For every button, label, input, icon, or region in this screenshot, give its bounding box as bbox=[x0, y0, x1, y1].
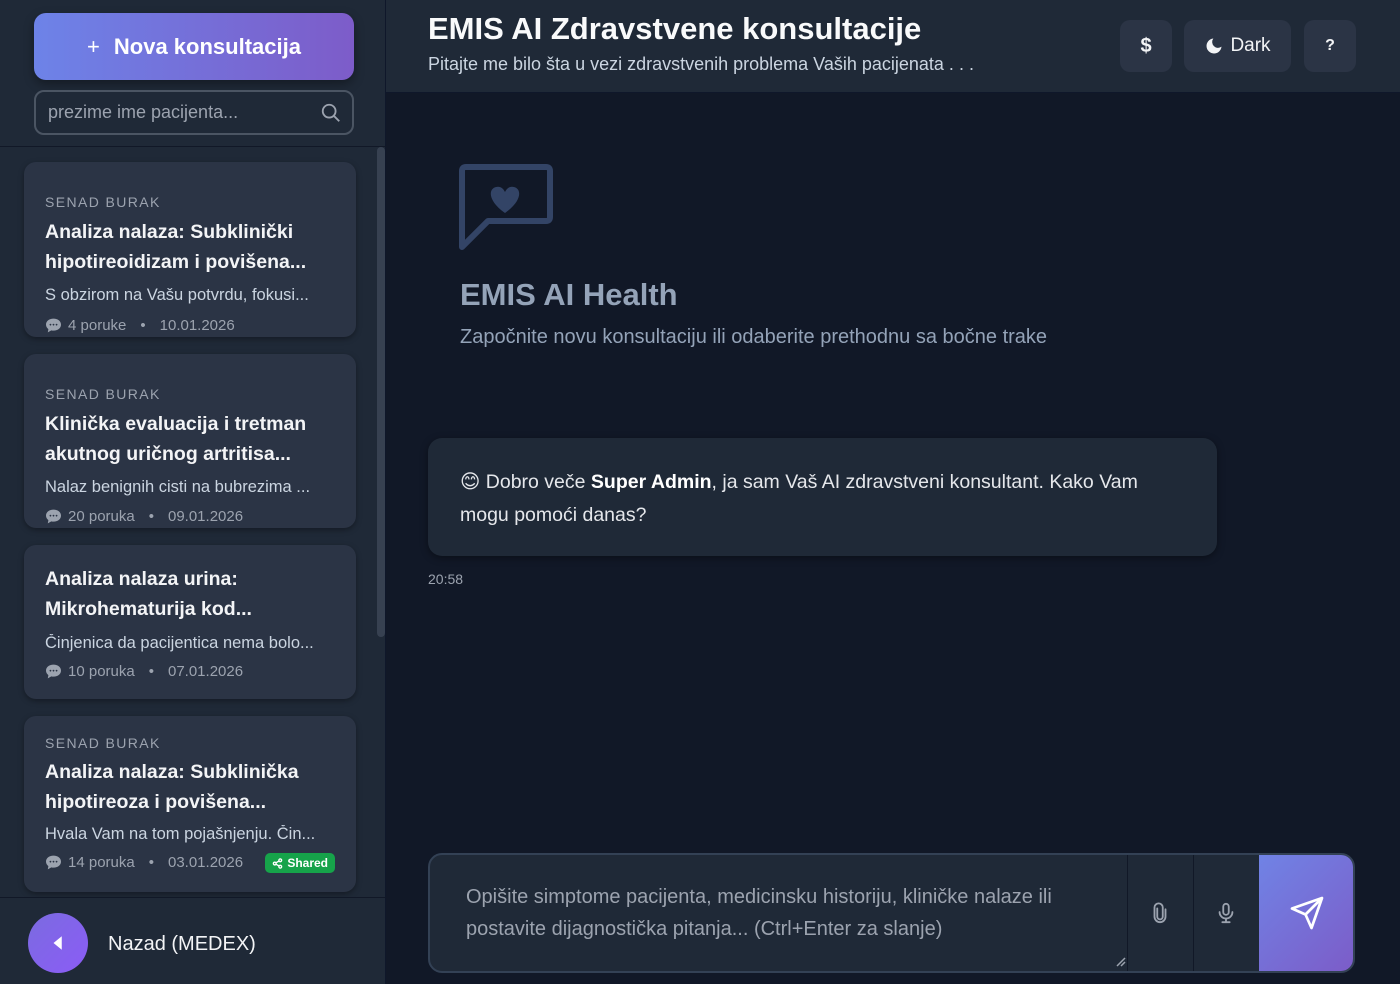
conversation-meta: 20 poruka • 09.01.2026 bbox=[45, 508, 243, 525]
conversation-date: 07.01.2026 bbox=[167, 663, 244, 680]
paperclip-icon bbox=[1153, 902, 1167, 923]
conversation-card[interactable]: Analiza nalaza urina: Mikrohematurija ko… bbox=[24, 545, 356, 699]
chat-bubble-icon bbox=[46, 855, 61, 870]
caret-left-icon bbox=[53, 936, 62, 950]
conversation-preview: S obzirom na Vašu potvrdu, fokusi... bbox=[45, 286, 309, 304]
conversation-preview: Nalaz benignih cisti na bubrezima ... bbox=[45, 478, 311, 496]
chat-bubble-icon bbox=[46, 509, 61, 524]
heart-chat-icon bbox=[459, 164, 553, 250]
message-timestamp: 20:58 bbox=[428, 571, 464, 587]
separator-dot: • bbox=[148, 854, 154, 871]
conversation-list[interactable]: SENAD BURAK Analiza nalaza: Subklinički … bbox=[0, 147, 378, 897]
sidebar: + Nova konsultacija SENAD BURAK Analiza … bbox=[0, 0, 386, 984]
help-button[interactable]: ? bbox=[1304, 20, 1356, 72]
conversation-date: 10.01.2026 bbox=[159, 317, 235, 334]
conversation-meta: 14 poruka • 03.01.2026 bbox=[45, 854, 243, 871]
conversation-title-line: hipotireoidizam i povišena... bbox=[45, 251, 307, 273]
back-label[interactable]: Nazad (MEDEX) bbox=[108, 933, 256, 956]
search-icon[interactable] bbox=[320, 102, 342, 124]
separator-dot: • bbox=[148, 663, 154, 680]
message-count: 20 poruka bbox=[68, 508, 135, 525]
message-count: 10 poruka bbox=[68, 663, 135, 680]
shared-badge: Shared bbox=[265, 853, 335, 873]
welcome-title: EMIS AI Health bbox=[460, 277, 678, 312]
conversation-title-line: akutnog uričnog artritisa... bbox=[45, 443, 291, 465]
help-icon: ? bbox=[1325, 37, 1335, 54]
message-greeting: Dobro veče bbox=[485, 471, 591, 493]
plus-icon: + bbox=[87, 33, 100, 59]
microphone-icon bbox=[1218, 902, 1234, 924]
patient-search-input[interactable] bbox=[36, 92, 352, 133]
separator-dot: • bbox=[140, 317, 146, 334]
page-title: EMIS AI Zdravstvene konsultacije bbox=[428, 11, 922, 46]
pricing-button[interactable]: $ bbox=[1120, 20, 1172, 72]
conversation-title-line: Analiza nalaza: Subklinička bbox=[45, 761, 299, 783]
shared-badge-label: Shared bbox=[287, 856, 328, 870]
sidebar-footer: Nazad (MEDEX) bbox=[0, 897, 386, 984]
back-button[interactable] bbox=[28, 913, 88, 973]
conversation-title-line: Analiza nalaza urina: bbox=[45, 568, 238, 590]
conversation-preview: Hvala Vam na tom pojašnjenju. Čin... bbox=[45, 825, 316, 843]
message-input[interactable] bbox=[430, 855, 1127, 971]
conversation-meta: 4 poruke • 10.01.2026 bbox=[45, 317, 235, 334]
conversation-title-line: hipotireoza i povišena... bbox=[45, 791, 267, 813]
patient-name: SENAD BURAK bbox=[45, 386, 161, 402]
conversation-title: Analiza nalaza urina: Mikrohematurija ko… bbox=[45, 564, 345, 624]
smile-emoji-icon: 😊 bbox=[460, 471, 481, 493]
message-count: 14 poruka bbox=[68, 854, 135, 871]
welcome-subtitle: Započnite novu konsultaciju ili odaberit… bbox=[460, 326, 1048, 348]
assistant-message: 😊 Dobro veče Super Admin, ja sam Vaš AI … bbox=[428, 438, 1217, 556]
conversation-title-line: Analiza nalaza: Subklinički bbox=[45, 221, 294, 243]
conversation-title: Analiza nalaza: Subklinička hipotireoza … bbox=[45, 757, 345, 817]
theme-label: Dark bbox=[1230, 35, 1271, 56]
conversation-meta: 10 poruka • 07.01.2026 bbox=[45, 663, 243, 680]
conversation-date: 09.01.2026 bbox=[167, 508, 244, 525]
resize-grip-icon[interactable] bbox=[1116, 957, 1126, 967]
theme-toggle-button[interactable]: Dark bbox=[1184, 20, 1291, 72]
moon-icon bbox=[1206, 38, 1222, 54]
conversation-title: Klinička evaluacija i tretman akutnog ur… bbox=[45, 409, 345, 469]
chat-area: EMIS AI Health Započnite novu konsultaci… bbox=[386, 94, 1400, 984]
share-icon bbox=[273, 857, 283, 869]
conversation-preview: Činjenica da pacijentica nema bolo... bbox=[45, 634, 314, 652]
conversation-title: Analiza nalaza: Subklinički hipotireoidi… bbox=[45, 217, 345, 277]
chat-bubble-icon bbox=[46, 318, 61, 333]
page-subtitle: Pitajte me bilo šta u vezi zdravstvenih … bbox=[428, 54, 974, 74]
conversation-title-line: Klinička evaluacija i tretman bbox=[45, 413, 307, 435]
app-header: EMIS AI Zdravstvene konsultacije Pitajte… bbox=[386, 0, 1400, 93]
patient-name: SENAD BURAK bbox=[45, 735, 161, 751]
new-consultation-label: Nova konsultacija bbox=[113, 33, 301, 59]
attach-button[interactable] bbox=[1127, 855, 1192, 971]
conversation-title-line: Mikrohematurija kod... bbox=[45, 598, 252, 620]
send-icon bbox=[1290, 896, 1324, 930]
message-user-name: Super Admin bbox=[590, 471, 712, 493]
dollar-icon: $ bbox=[1140, 34, 1152, 57]
chat-bubble-icon bbox=[46, 664, 61, 679]
conversation-date: 03.01.2026 bbox=[167, 854, 244, 871]
conversation-card[interactable]: SENAD BURAK Analiza nalaza: Subklinički … bbox=[24, 162, 356, 337]
patient-name: SENAD BURAK bbox=[45, 194, 161, 210]
conversation-card[interactable]: SENAD BURAK Analiza nalaza: Subklinička … bbox=[24, 716, 356, 892]
microphone-button[interactable] bbox=[1193, 855, 1258, 971]
message-composer bbox=[428, 853, 1355, 973]
conversation-card[interactable]: SENAD BURAK Klinička evaluacija i tretma… bbox=[24, 354, 356, 528]
new-consultation-button[interactable]: + Nova konsultacija bbox=[34, 13, 354, 80]
separator-dot: • bbox=[148, 508, 154, 525]
send-button[interactable] bbox=[1259, 855, 1353, 971]
patient-search bbox=[34, 90, 354, 135]
sidebar-scrollbar[interactable] bbox=[377, 147, 385, 637]
message-count: 4 poruke bbox=[68, 317, 127, 334]
